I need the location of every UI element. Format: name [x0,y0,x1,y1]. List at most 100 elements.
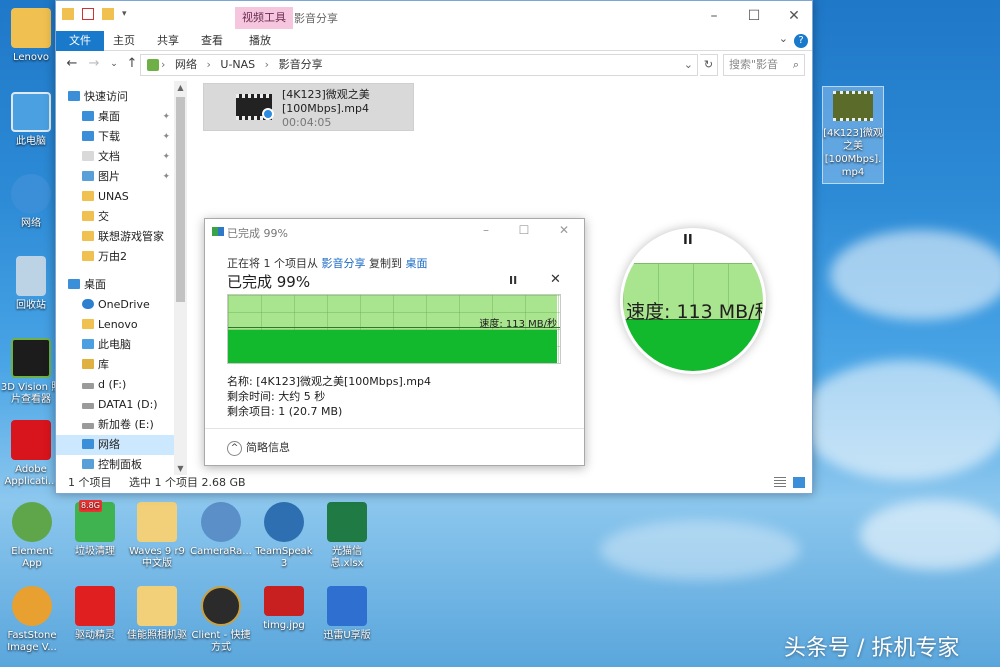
excel-icon [327,502,367,542]
nav-lenovo[interactable]: Lenovo [56,315,174,335]
desktop-video-file[interactable]: [4K123]微观 之美 [100Mbps]. mp4 [822,86,884,184]
down-arrow-folder-icon[interactable] [62,8,74,20]
image-file-icon [264,586,304,616]
pin-icon[interactable]: ✦ [162,127,170,147]
quick-access-toolbar: ▾ [62,8,130,20]
folder-icon [137,502,177,542]
scroll-down-icon[interactable]: ▼ [174,464,187,473]
close-button[interactable]: ✕ [784,7,804,25]
scroll-thumb[interactable] [176,97,185,302]
nav-scrollbar[interactable]: ▲ ▼ [174,81,187,475]
destination-link[interactable]: 桌面 [406,257,428,270]
dialog-maximize-button[interactable]: ☐ [515,223,533,237]
tab-play[interactable]: 播放 [242,31,278,51]
tab-home[interactable]: 主页 [108,31,140,51]
desktop-icon-xunlei[interactable]: 迅雷U享版 [316,586,378,642]
maximize-button[interactable]: ☐ [744,7,764,25]
computer-icon [82,339,94,349]
magnifier-callout: II 速度: 113 MB/秒 [620,228,766,374]
forward-button[interactable]: → [86,56,102,72]
tab-view[interactable]: 查看 [196,31,228,51]
desktop-icon-lenovo[interactable]: Lenovo [0,8,62,64]
scroll-up-icon[interactable]: ▲ [174,83,187,92]
nav-onedrive[interactable]: OneDrive [56,295,174,315]
dialog-close-button[interactable]: ✕ [555,223,573,237]
nav-desktop-pinned[interactable]: 桌面 ✦ [56,107,174,127]
nav-control-panel[interactable]: 控制面板 [56,455,174,475]
tab-file[interactable]: 文件 [56,31,104,51]
cloud [800,360,1000,480]
pause-button[interactable]: II [509,274,517,287]
nav-libraries[interactable]: 库 [56,355,174,375]
document-icon [82,151,94,161]
desktop-icon-cameraraw[interactable]: CameraRa... [190,502,252,558]
folder-icon [82,251,94,261]
desktop-icon-waves[interactable]: Waves 9 r9 中文版 [126,502,188,570]
breadcrumb-share[interactable]: 影音分享 [279,58,323,71]
nav-drive-e[interactable]: 新加卷 (E:) [56,415,174,435]
chevron-up-icon: ^ [227,440,242,456]
nav-drive-d[interactable]: DATA1 (D:) [56,395,174,415]
nav-network[interactable]: 网络 [56,435,174,455]
desktop-icon-faststone[interactable]: FastStone Image V... [1,586,63,654]
source-link[interactable]: 影音分享 [322,257,366,270]
cancel-copy-button[interactable]: ✕ [550,272,561,287]
desktop-icon-element-app[interactable]: Element App [1,502,63,570]
help-icon[interactable]: ? [794,34,808,48]
pin-icon[interactable]: ✦ [162,107,170,127]
expand-ribbon-icon[interactable]: ⌄ [779,32,788,45]
desktop-icon-recycle-bin[interactable]: 回收站 [0,256,62,312]
pin-icon[interactable]: ✦ [162,167,170,187]
nav-lenovo-game[interactable]: 联想游戏管家 [56,227,174,247]
nav-quick-access[interactable]: 快速访问 [56,87,174,107]
nav-this-pc[interactable]: 此电脑 [56,335,174,355]
refresh-button[interactable]: ↻ [700,54,718,76]
new-folder-icon[interactable] [102,8,114,20]
breadcrumb-unas[interactable]: U-NAS [220,58,255,71]
teamspeak-icon [264,502,304,542]
file-item-video[interactable]: [4K123]微观之美 [100Mbps].mp4 00:04:05 [203,83,414,131]
control-panel-icon [82,459,94,469]
recent-dropdown-icon[interactable]: ⌄ [106,56,122,72]
desktop-icon-network[interactable]: 网络 [0,174,62,230]
breadcrumb-sep-icon: › [206,58,211,71]
back-button[interactable]: ← [64,56,80,72]
breadcrumb-network[interactable]: 网络 [175,58,197,71]
dialog-minimize-button[interactable]: – [477,223,495,237]
address-bar[interactable]: › 网络 › U-NAS › 影音分享 ⌄ [140,54,698,76]
nav-drive-f[interactable]: d (F:) [56,375,174,395]
desktop-icon-canon[interactable]: 佳能照相机驱 [126,586,188,642]
window-title: 影音分享 [294,12,338,25]
desktop-icon-3d-vision[interactable]: 3D Vision 照片查看器 [0,338,62,406]
customize-dropdown-icon[interactable]: ▾ [122,8,130,20]
desktop-icon-xlsx[interactable]: 光猫信息.xlsx [316,502,378,570]
desktop-icon-cleanup[interactable]: 8.8G 垃圾清理 [64,500,126,558]
nav-pictures[interactable]: 图片 ✦ [56,167,174,187]
status-bar: 1 个项目 选中 1 个项目 2.68 GB [56,473,812,493]
desktop-icon-lol-client[interactable]: Client - 快捷方式 [190,586,252,654]
nav-downloads[interactable]: 下载 ✦ [56,127,174,147]
nav-unas[interactable]: UNAS [56,187,174,207]
nav-documents[interactable]: 文档 ✦ [56,147,174,167]
search-input[interactable]: 搜索"影音 ⌕ [723,54,805,76]
desktop-icon-teamspeak[interactable]: TeamSpeak 3 [253,502,315,570]
minimize-button[interactable]: – [704,7,724,25]
properties-icon[interactable] [82,8,94,20]
up-button[interactable]: ↑ [124,56,140,72]
desktop-icon-timg[interactable]: timg.jpg [253,586,315,632]
desktop-icon-driver-genius[interactable]: 驱动精灵 [64,586,126,642]
cloud-icon [82,299,94,309]
nav-wanyou2[interactable]: 万由2 [56,247,174,267]
address-dropdown-icon[interactable]: ⌄ [684,55,693,75]
details-view-icon[interactable] [774,477,786,488]
desktop-icon-this-pc[interactable]: 此电脑 [0,92,62,148]
nav-jiao[interactable]: 交 [56,207,174,227]
3d-vision-icon [11,338,51,378]
context-tab-video-tools[interactable]: 视频工具 [235,7,293,29]
pin-icon[interactable]: ✦ [162,147,170,167]
nav-desktop[interactable]: 桌面 [56,275,174,295]
tab-share[interactable]: 共享 [152,31,184,51]
fewer-details-button[interactable]: ^ 简略信息 [227,439,290,456]
desktop-icon-adobe[interactable]: Adobe Applicati... [0,420,62,488]
large-icons-view-icon[interactable] [793,477,805,488]
